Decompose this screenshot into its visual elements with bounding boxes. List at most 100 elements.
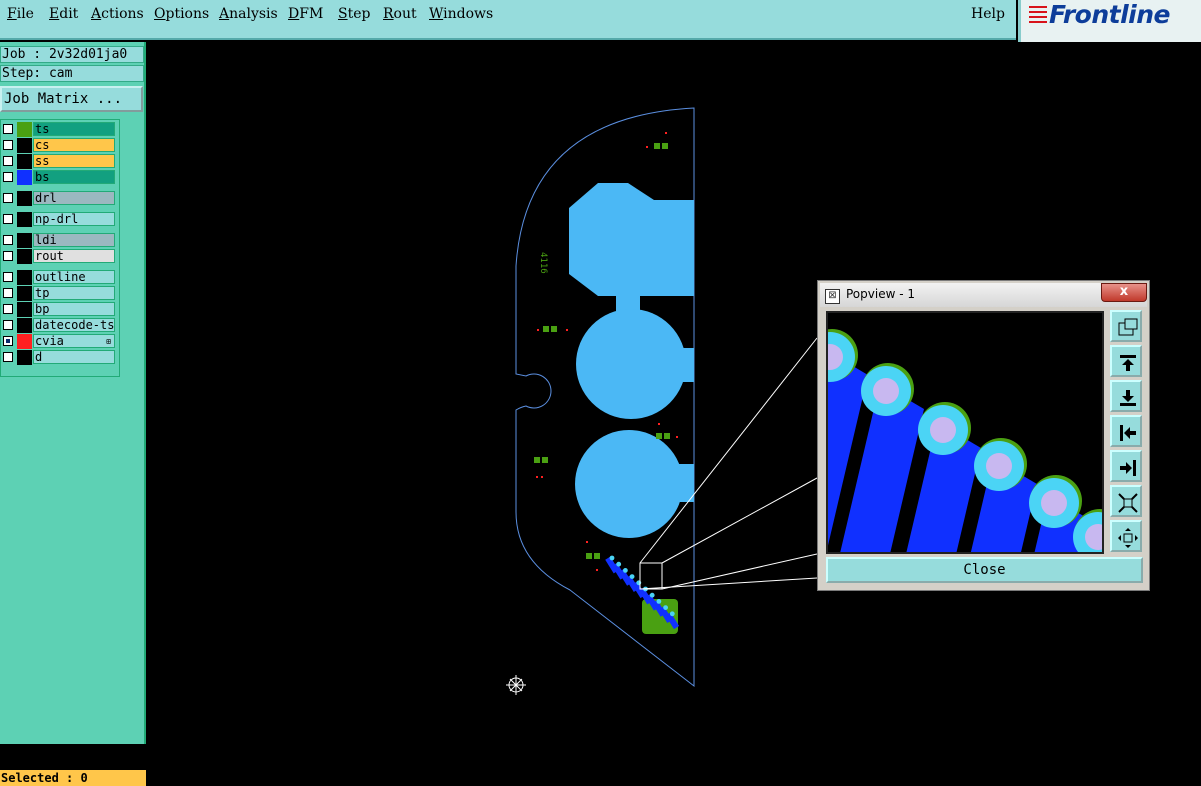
layer-color-swatch[interactable] [17, 318, 32, 333]
layer-color-swatch[interactable] [17, 122, 32, 137]
close-button[interactable]: Close [826, 557, 1143, 583]
layer-checkbox[interactable] [3, 124, 13, 134]
layer-row-cvia[interactable]: cvia ⊞ [1, 334, 117, 349]
layer-row-bp[interactable]: bp [1, 302, 117, 317]
layer-checkbox[interactable] [3, 251, 13, 261]
layer-name[interactable]: datecode-ts [33, 318, 115, 332]
layer-checkbox[interactable] [3, 288, 13, 298]
menu-dfm[interactable]: DFM [288, 6, 323, 22]
layer-row-drl[interactable]: drl [1, 191, 117, 206]
layer-checkbox[interactable] [3, 352, 13, 362]
layer-color-swatch[interactable] [17, 154, 32, 169]
layer-name[interactable]: tp [33, 286, 115, 300]
layer-name[interactable]: cs [33, 138, 115, 152]
layer-name[interactable]: cvia ⊞ [33, 334, 115, 348]
popview-window: ⊠ Popview - 1 x Close [817, 280, 1150, 591]
zoomed-drill-hole [930, 417, 956, 443]
layer-color-swatch[interactable] [17, 270, 32, 285]
layer-checkbox[interactable] [3, 235, 13, 245]
zoomed-drill-hole [873, 378, 899, 404]
menu-bar: File Edit Actions Options Analysis DFM S… [0, 0, 1016, 40]
left-panel: Job : 2v32d01ja0 Step: cam Job Matrix ..… [0, 42, 146, 786]
zoom-out-icon[interactable] [1110, 520, 1142, 552]
menu-file[interactable]: File [7, 6, 34, 22]
pan-down-icon[interactable] [1110, 380, 1142, 412]
layer-checkbox[interactable] [3, 156, 13, 166]
layer-color-swatch[interactable] [17, 286, 32, 301]
layer-row-datecode-ts[interactable]: datecode-ts [1, 318, 117, 333]
layer-row-ss[interactable]: ss [1, 154, 117, 169]
layer-row-cs[interactable]: cs [1, 138, 117, 153]
zoom-fit-icon[interactable] [1110, 310, 1142, 342]
layer-name[interactable]: bp [33, 302, 115, 316]
menu-help[interactable]: Help [971, 6, 1005, 22]
layer-name[interactable]: rout [33, 249, 115, 263]
layer-color-swatch[interactable] [17, 170, 32, 185]
layer-color-swatch[interactable] [17, 249, 32, 264]
layer-color-swatch[interactable] [17, 302, 32, 317]
layer-color-swatch[interactable] [17, 350, 32, 365]
layer-row-np-drl[interactable]: np-drl [1, 212, 117, 227]
zoomed-drill-hole [986, 453, 1012, 479]
layer-checkbox[interactable] [3, 172, 13, 182]
menu-edit[interactable]: Edit [49, 6, 78, 22]
layer-row-tp[interactable]: tp [1, 286, 117, 301]
menu-step[interactable]: Step [338, 6, 370, 22]
layer-extra-icon: ⊞ [106, 337, 111, 346]
layer-row-d[interactable]: d [1, 350, 117, 365]
layer-row-ts[interactable]: ts [1, 122, 117, 137]
layer-checkbox[interactable] [3, 272, 13, 282]
layer-color-swatch[interactable] [17, 212, 32, 227]
layer-checkbox[interactable] [3, 140, 13, 150]
via [663, 605, 668, 610]
layer-name[interactable]: ldi [33, 233, 115, 247]
step-label: Step: cam [0, 65, 144, 82]
frontline-logo: Frontline [1018, 0, 1201, 42]
close-icon[interactable]: x [1101, 283, 1147, 302]
frontline-logo-icon [1029, 6, 1047, 26]
popview-title: Popview - 1 [846, 287, 915, 301]
zoom-in-icon[interactable] [1110, 485, 1142, 517]
pan-left-icon[interactable] [1110, 415, 1142, 447]
window-icon: ⊠ [825, 289, 840, 304]
layer-checkbox[interactable] [3, 193, 13, 203]
popview-zoom-view[interactable] [826, 311, 1104, 554]
via [609, 555, 615, 561]
layer-checkbox[interactable] [3, 214, 13, 224]
layer-row-outline[interactable]: outline [1, 270, 117, 285]
layer-checkbox[interactable] [3, 320, 13, 330]
layer-color-swatch[interactable] [17, 334, 32, 349]
via [616, 561, 622, 567]
layer-name[interactable]: outline [33, 270, 115, 284]
logo-text: Frontline [1049, 0, 1170, 29]
layer-color-swatch[interactable] [17, 233, 32, 248]
via [649, 592, 655, 598]
popview-titlebar[interactable]: ⊠ Popview - 1 x [820, 283, 1147, 307]
layer-name[interactable]: ss [33, 154, 115, 168]
menu-rout[interactable]: Rout [383, 6, 417, 22]
zoomed-drill-hole [1041, 490, 1067, 516]
layer-checkbox[interactable] [3, 304, 13, 314]
menu-windows[interactable]: Windows [429, 6, 493, 22]
layer-name[interactable]: d [33, 350, 115, 364]
menu-actions[interactable]: Actions [91, 6, 144, 22]
layer-row-rout[interactable]: rout [1, 249, 117, 264]
pan-up-icon[interactable] [1110, 345, 1142, 377]
layer-row-bs[interactable]: bs [1, 170, 117, 185]
layer-name[interactable]: bs [33, 170, 115, 184]
layer-name[interactable]: ts [33, 122, 115, 136]
layer-name[interactable]: drl [33, 191, 115, 205]
menu-analysis[interactable]: Analysis [219, 6, 278, 22]
origin-crosshair-icon [506, 675, 526, 695]
layer-color-swatch[interactable] [17, 191, 32, 206]
menu-options[interactable]: Options [154, 6, 209, 22]
layer-row-ldi[interactable]: ldi [1, 233, 117, 248]
popview-body: Close [822, 309, 1146, 588]
via [669, 611, 675, 617]
layer-color-swatch[interactable] [17, 138, 32, 153]
layer-checkbox[interactable] [3, 336, 13, 346]
job-matrix-button[interactable]: Job Matrix ... [0, 86, 143, 112]
layer-name[interactable]: np-drl [33, 212, 115, 226]
pan-right-icon[interactable] [1110, 450, 1142, 482]
job-label: Job : 2v32d01ja0 [0, 46, 144, 63]
